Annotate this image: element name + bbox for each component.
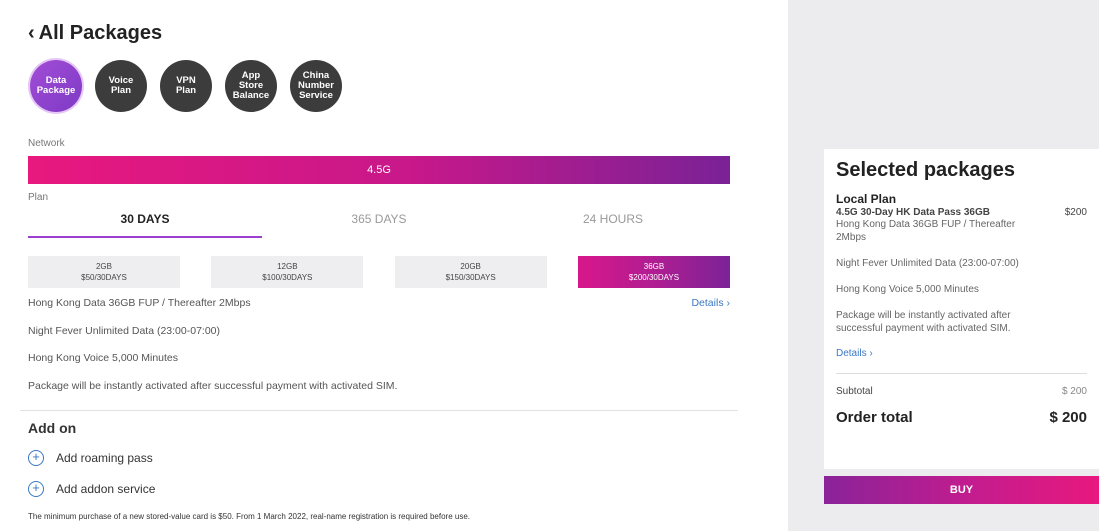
- details-label: Details: [836, 348, 867, 359]
- chevron-right-icon: ›: [869, 348, 873, 359]
- category-selector: Data Package Voice Plan VPN Plan App Store Ba…: [30, 60, 342, 112]
- category-label: App Store Balance: [232, 70, 270, 101]
- option-size: 36GB: [643, 262, 665, 271]
- category-vpn-plan[interactable]: VPN Plan: [160, 60, 212, 112]
- details-label: Details: [691, 297, 724, 309]
- page: ‹ All Packages Data Package Voice Plan VPN…: [0, 0, 1099, 531]
- package-feature: Package will be instantly activated afte…: [836, 310, 1011, 334]
- back-to-all-packages-link[interactable]: ‹ All Packages: [28, 22, 162, 45]
- category-label: China Number Service: [298, 70, 334, 101]
- add-roaming-pass-label: Add roaming pass: [56, 451, 153, 465]
- tab-365-days[interactable]: 365 DAYS: [262, 212, 496, 238]
- add-roaming-pass-button[interactable]: + Add roaming pass: [28, 450, 153, 466]
- package-name: 4.5G 30-Day HK Data Pass 36GB: [836, 207, 990, 218]
- cart-sidebar: Selected packages Local Plan 4.5G 30-Day…: [788, 0, 1099, 531]
- package-feature: Hong Kong Voice 5,000 Minutes: [836, 284, 979, 295]
- chevron-left-icon: ‹: [28, 22, 35, 44]
- option-12gb[interactable]: 12GB $100/30DAYS: [211, 256, 364, 288]
- category-voice-plan[interactable]: Voice Plan: [95, 60, 147, 112]
- package-selection-panel: ‹ All Packages Data Package Voice Plan VPN…: [0, 0, 788, 531]
- plan-label: Plan: [28, 192, 49, 203]
- cart-divider: [836, 373, 1087, 374]
- order-total-row: Order total $ 200: [836, 409, 1087, 426]
- plus-circle-icon: +: [28, 481, 44, 497]
- package-feature: Night Fever Unlimited Data (23:00-07:00): [836, 258, 1019, 269]
- description-line: Package will be instantly activated afte…: [28, 380, 398, 392]
- category-china-number-service[interactable]: China Number Service: [290, 60, 342, 112]
- option-price: $200/30DAYS: [628, 273, 680, 282]
- subtotal-label: Subtotal: [836, 386, 873, 397]
- package-price: $200: [1064, 207, 1087, 218]
- tab-30-days[interactable]: 30 DAYS: [28, 212, 262, 238]
- selected-packages-card: Selected packages Local Plan 4.5G 30-Day…: [824, 149, 1099, 469]
- plus-circle-icon: +: [28, 450, 44, 466]
- package-row: 4.5G 30-Day HK Data Pass 36GB $200: [836, 207, 1087, 218]
- option-36gb[interactable]: 36GB $200/30DAYS: [577, 256, 730, 288]
- add-addon-service-label: Add addon service: [56, 482, 156, 496]
- description-line: Hong Kong Voice 5,000 Minutes: [28, 352, 179, 364]
- addon-heading: Add on: [28, 420, 77, 436]
- option-size: 12GB: [277, 262, 298, 271]
- plan-duration-tabs: 30 DAYS 365 DAYS 24 HOURS: [28, 212, 730, 238]
- option-20gb[interactable]: 20GB $150/30DAYS: [394, 256, 547, 288]
- section-divider: [20, 410, 738, 411]
- option-size: 2GB: [95, 262, 112, 271]
- network-label: Network: [28, 138, 65, 149]
- tab-24-hours[interactable]: 24 HOURS: [496, 212, 730, 238]
- cart-title: Selected packages: [836, 159, 1015, 181]
- description-line: Hong Kong Data 36GB FUP / Thereafter 2Mb…: [28, 297, 251, 309]
- details-link[interactable]: Details ›: [691, 297, 730, 309]
- subtotal-row: Subtotal $ 200: [836, 386, 1087, 397]
- plan-group-heading: Local Plan: [836, 192, 897, 206]
- description-line: Night Fever Unlimited Data (23:00-07:00): [28, 325, 221, 337]
- category-label: VPN Plan: [175, 75, 197, 96]
- category-label: Data Package: [36, 75, 76, 96]
- chevron-right-icon: ›: [726, 297, 731, 309]
- option-2gb[interactable]: 2GB $50/30DAYS: [28, 256, 180, 288]
- network-option-selected[interactable]: 4.5G: [28, 156, 730, 184]
- category-label: Voice Plan: [108, 75, 134, 96]
- package-description: Hong Kong Data 36GB FUP / Thereafter 2Mb…: [836, 219, 1016, 243]
- add-addon-service-button[interactable]: + Add addon service: [28, 481, 155, 497]
- data-size-options: 2GB $50/30DAYS 12GB $100/30DAYS 20GB $15…: [28, 256, 730, 288]
- buy-button[interactable]: BUY: [824, 476, 1099, 504]
- option-price: $150/30DAYS: [445, 273, 496, 282]
- subtotal-value: $ 200: [1061, 386, 1087, 397]
- option-price: $50/30DAYS: [81, 273, 127, 282]
- option-size: 20GB: [460, 262, 481, 271]
- option-price: $100/30DAYS: [262, 273, 313, 282]
- footnote: The minimum purchase of a new stored-val…: [28, 512, 470, 521]
- order-total-value: $ 200: [1049, 409, 1087, 426]
- category-app-store-balance[interactable]: App Store Balance: [225, 60, 277, 112]
- cart-details-link[interactable]: Details ›: [836, 348, 1087, 359]
- order-total-label: Order total: [836, 409, 913, 426]
- category-data-package[interactable]: Data Package: [30, 60, 82, 112]
- back-label: All Packages: [38, 22, 163, 44]
